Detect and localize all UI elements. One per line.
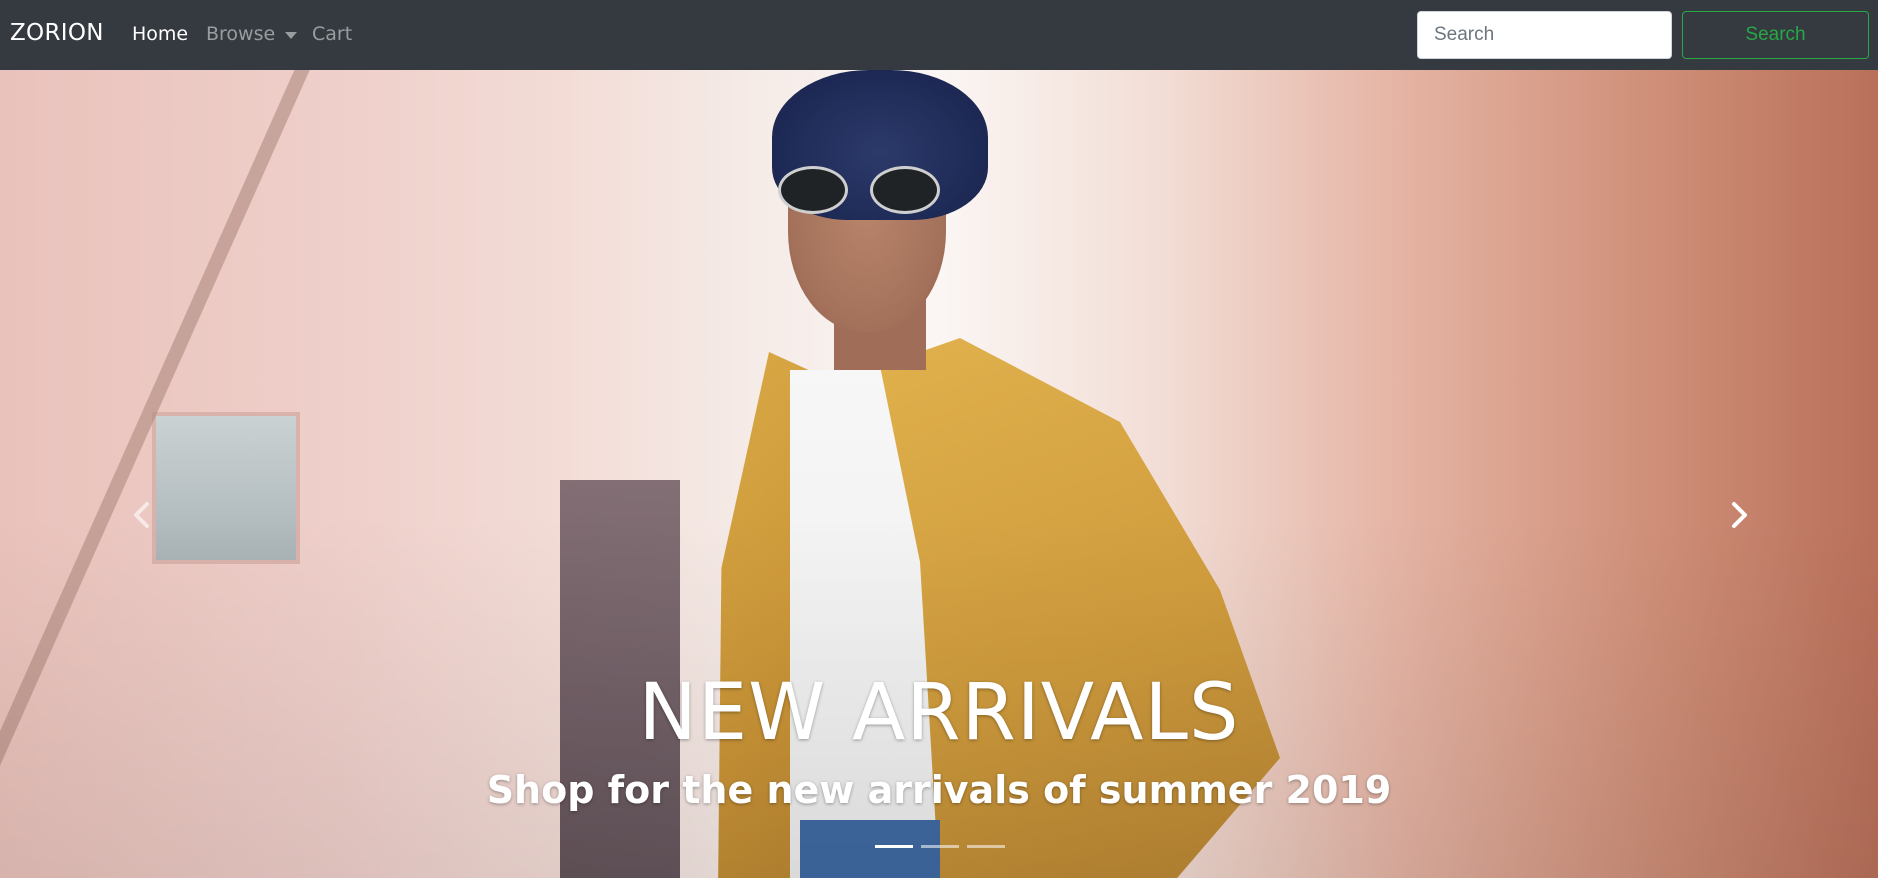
carousel-indicators	[875, 845, 1005, 848]
chevron-right-icon	[1732, 502, 1747, 528]
hero-carousel: NEW ARRIVALS Shop for the new arrivals o…	[0, 70, 1878, 878]
nav-link-cart[interactable]: Cart	[312, 23, 352, 45]
caret-down-icon	[285, 31, 298, 39]
carousel-indicator-2[interactable]	[921, 845, 959, 848]
nav-link-home[interactable]: Home	[132, 23, 188, 45]
carousel-indicator-1[interactable]	[875, 845, 913, 848]
carousel-next-button[interactable]	[1722, 498, 1756, 532]
top-navbar: ZORION Home Browse Cart Search	[0, 0, 1878, 70]
carousel-prev-button[interactable]	[125, 498, 159, 532]
hero-title: NEW ARRIVALS	[638, 668, 1240, 758]
hero-subtitle: Shop for the new arrivals of summer 2019	[486, 768, 1392, 812]
search-button[interactable]: Search	[1682, 11, 1869, 59]
nav-dropdown-browse[interactable]: Browse	[206, 23, 298, 45]
nav-browse-label: Browse	[206, 23, 276, 45]
carousel-indicator-3[interactable]	[967, 845, 1005, 848]
brand-logo[interactable]: ZORION	[10, 20, 104, 46]
chevron-left-icon	[134, 502, 149, 528]
search-input[interactable]	[1417, 11, 1672, 59]
